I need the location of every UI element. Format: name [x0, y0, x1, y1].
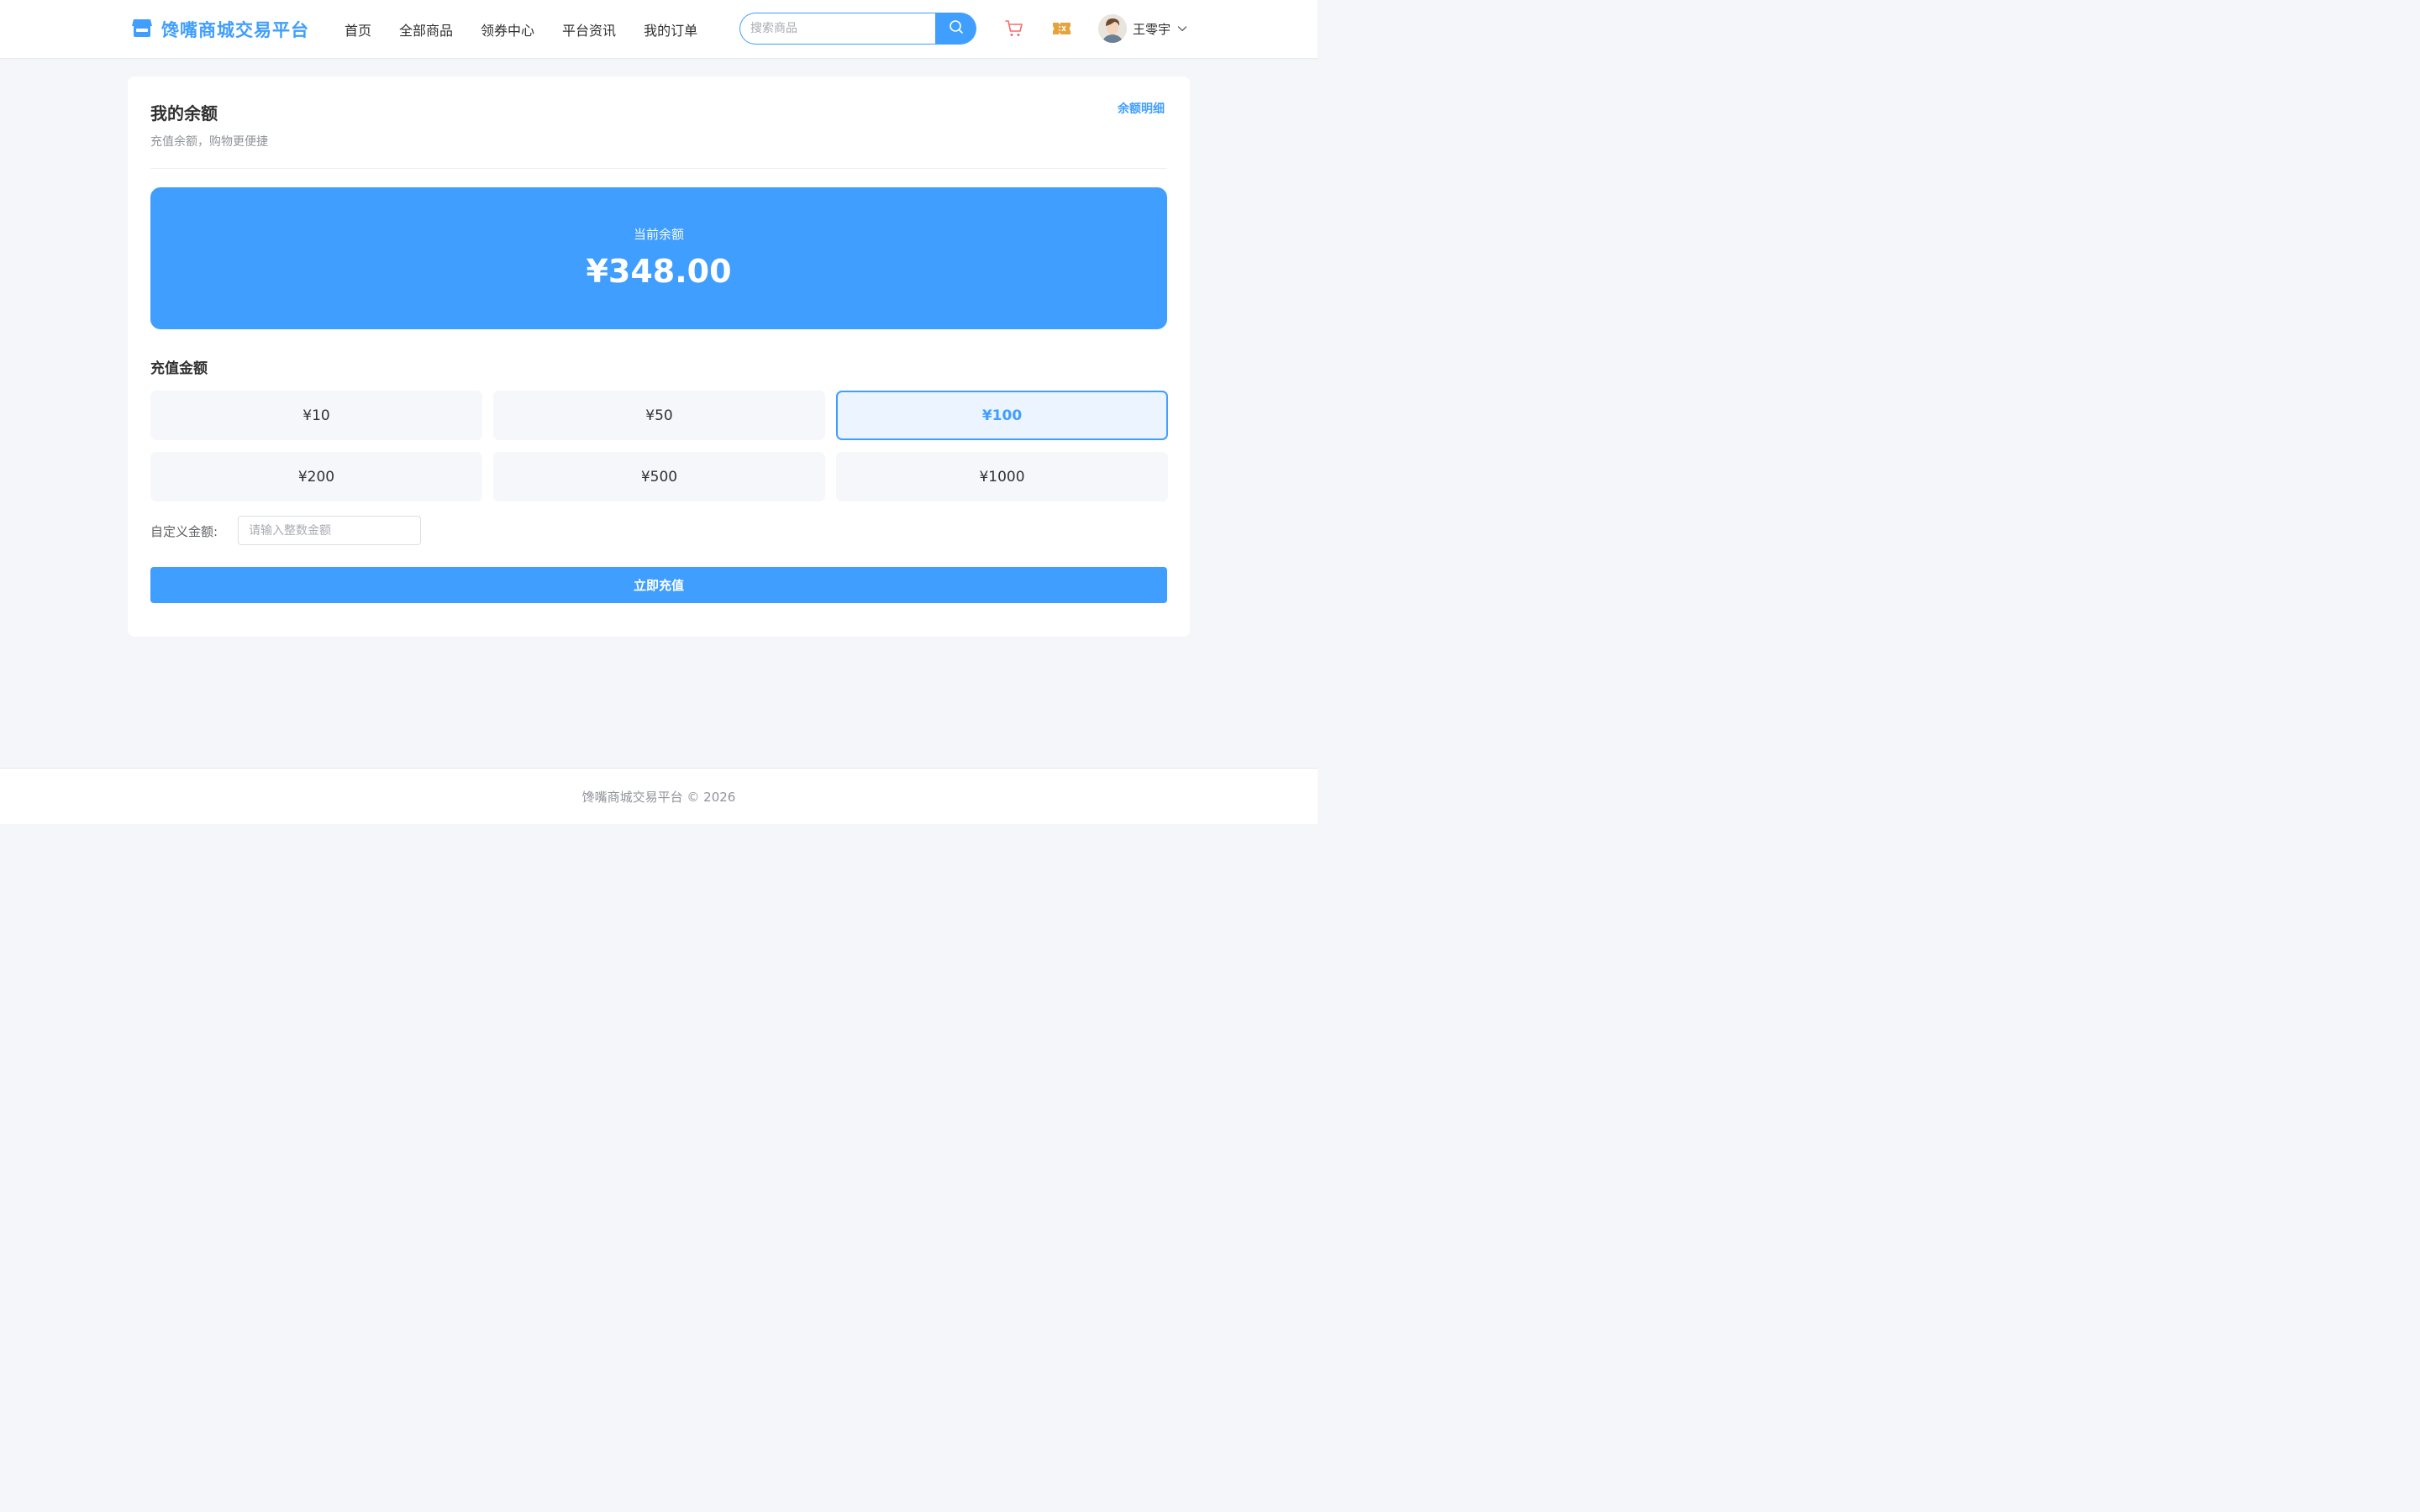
nav-item-all-products[interactable]: 全部商品 [399, 19, 453, 39]
amount-option-1000[interactable]: ¥1000 [836, 452, 1168, 501]
page-title: 我的余额 [150, 103, 218, 123]
top-header: 馋嘴商城交易平台 首页 全部商品 领券中心 平台资讯 我的订单 搜索商品 王零宇 [0, 0, 1318, 59]
divider [150, 168, 1167, 169]
brand-name: 馋嘴商城交易平台 [161, 20, 309, 40]
recharge-now-button[interactable]: 立即充值 [150, 567, 1167, 603]
current-balance-panel: 当前余额 ¥348.00 [150, 187, 1167, 329]
username: 王零宇 [1133, 21, 1171, 37]
amount-option-50[interactable]: ¥50 [493, 391, 825, 440]
custom-amount-label: 自定义金额: [150, 524, 218, 539]
search-bar [739, 13, 976, 45]
shop-icon [131, 17, 153, 42]
nav-item-coupon-center[interactable]: 领券中心 [481, 19, 534, 39]
balance-label: 当前余额 [633, 227, 684, 242]
amount-option-500[interactable]: ¥500 [493, 452, 825, 501]
nav-item-news[interactable]: 平台资讯 [562, 19, 616, 39]
amount-option-100[interactable]: ¥100 [836, 391, 1168, 440]
balance-card: 我的余额 充值余额，购物更便捷 余额明细 当前余额 ¥348.00 充值金额 ¥… [128, 76, 1190, 637]
search-icon [949, 19, 964, 38]
nav-item-my-orders[interactable]: 我的订单 [644, 19, 697, 39]
amount-option-200[interactable]: ¥200 [150, 452, 482, 501]
custom-amount-input[interactable] [238, 516, 421, 545]
recharge-section-title: 充值金额 [150, 360, 208, 377]
balance-amount: ¥348.00 [586, 253, 732, 290]
user-menu[interactable]: 王零宇 [1098, 14, 1187, 43]
coupon-icon[interactable] [1052, 21, 1071, 39]
nav-item-home[interactable]: 首页 [345, 19, 371, 39]
search-input[interactable] [739, 13, 935, 45]
page-subtitle: 充值余额，购物更便捷 [150, 135, 268, 149]
amount-option-10[interactable]: ¥10 [150, 391, 482, 440]
footer-copyright: 馋嘴商城交易平台 © 2026 [581, 790, 736, 805]
balance-detail-link[interactable]: 余额明细 [1118, 100, 1165, 117]
amount-options: ¥10 ¥50 ¥100 ¥200 ¥500 ¥1000 [150, 391, 1168, 501]
chevron-down-icon [1177, 21, 1187, 37]
search-button[interactable] [935, 13, 976, 45]
main-nav: 首页 全部商品 领券中心 平台资讯 我的订单 [345, 0, 725, 58]
avatar [1098, 14, 1127, 43]
page-footer: 馋嘴商城交易平台 © 2026 [0, 768, 1318, 824]
cart-icon[interactable] [1005, 19, 1023, 41]
brand-logo[interactable]: 馋嘴商城交易平台 [131, 17, 309, 42]
